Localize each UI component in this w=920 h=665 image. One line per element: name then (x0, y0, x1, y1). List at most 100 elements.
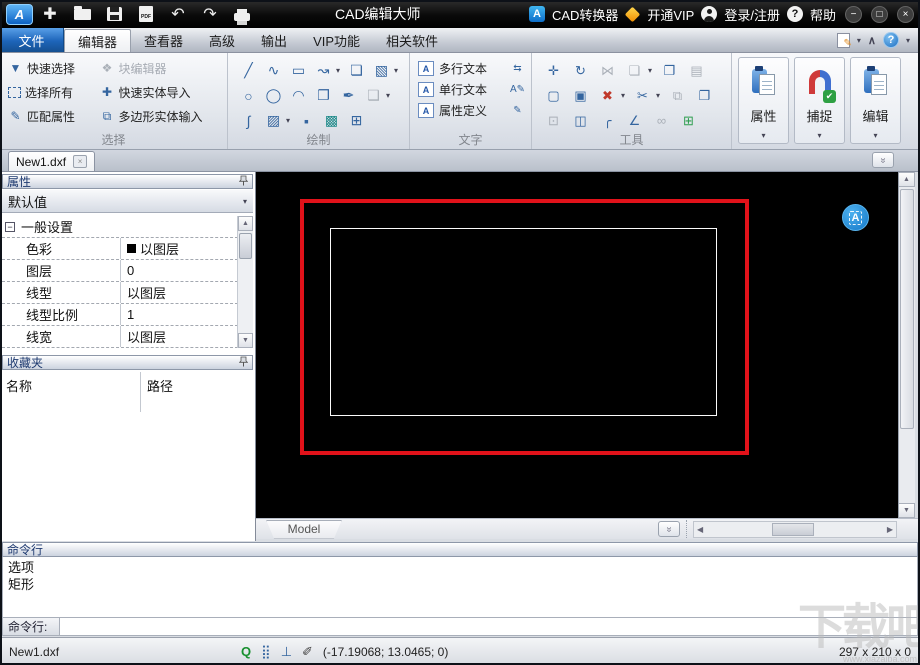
scroll-down-icon[interactable]: ▼ (899, 503, 915, 518)
rectangle-icon[interactable]: ▭ (286, 59, 311, 82)
select-all-button[interactable]: 选择所有 (8, 84, 94, 101)
fillet-icon[interactable]: ╭ (594, 109, 621, 132)
help-circle-icon[interactable]: ? (882, 32, 899, 48)
point-icon[interactable]: ▪ (294, 109, 319, 132)
arc-icon[interactable]: ◠ (286, 84, 311, 107)
vip-diamond-icon[interactable] (625, 6, 641, 22)
erase-caret-icon[interactable]: ▾ (621, 91, 629, 100)
trim-caret-icon[interactable]: ▾ (656, 91, 664, 100)
scroll-up-icon[interactable]: ▲ (899, 172, 915, 187)
user-icon[interactable] (701, 6, 718, 22)
login-link[interactable]: 登录/注册 (724, 5, 780, 24)
pedit-icon[interactable]: ▢ (540, 84, 567, 107)
open-file-button[interactable] (67, 2, 97, 26)
quick-entity-import-button[interactable]: ✚ 快速实体导入 (100, 84, 222, 101)
offset-icon[interactable]: ❏ (621, 59, 648, 82)
property-group-row[interactable]: − 一般设置 (2, 216, 238, 238)
ortho-toggle-icon[interactable]: ⊥ (281, 644, 292, 660)
tab-overflow-button[interactable]: » (872, 152, 894, 168)
hatch-caret-icon[interactable]: ▾ (286, 116, 294, 125)
scroll-thumb[interactable] (239, 233, 252, 259)
table-row[interactable]: 线型比例 1 (2, 304, 238, 326)
table-row[interactable]: 线宽 以图层 (2, 326, 238, 348)
circle-icon[interactable]: ○ (236, 84, 261, 107)
minimize-button[interactable]: − (845, 5, 862, 23)
tab-advanced[interactable]: 高级 (196, 28, 248, 52)
style-dropdown-caret-icon[interactable]: ▾ (857, 36, 861, 45)
stext-button[interactable]: A 单行文本 A✎ (418, 81, 525, 98)
block-editor-button[interactable]: ❖ 块编辑器 (100, 60, 222, 77)
table-row[interactable]: 图层 0 (2, 260, 238, 282)
table-row[interactable]: 线型 以图层 (2, 282, 238, 304)
maximize-button[interactable]: □ (871, 5, 888, 23)
close-button[interactable]: × (897, 5, 914, 23)
tab-viewer[interactable]: 查看器 (131, 28, 196, 52)
group-icon[interactable]: ⧉ (664, 84, 691, 107)
properties-caret-icon[interactable]: ▾ (761, 131, 765, 140)
pin-icon[interactable] (238, 356, 249, 370)
favorites-col-name[interactable]: 名称 (2, 372, 140, 396)
tab-editor[interactable]: 编辑器 (64, 29, 132, 52)
preset-dropdown[interactable]: 默认值 ▾ (2, 190, 253, 213)
layout-expand-button[interactable]: » (658, 521, 680, 537)
vip-link[interactable]: 开通VIP (647, 5, 694, 24)
tab-output[interactable]: 输出 (248, 28, 300, 52)
scroll-down-icon[interactable]: ▼ (238, 333, 253, 348)
pen-icon[interactable]: ✒ (336, 84, 361, 107)
favorites-panel-header[interactable]: 收藏夹 (2, 355, 253, 370)
translate-floating-button[interactable]: A (842, 204, 869, 231)
drawing-canvas[interactable]: A (256, 172, 898, 518)
canvas-horizontal-scrollbar[interactable]: ◀ ▶ (693, 521, 897, 538)
spline-icon[interactable]: ∫ (236, 109, 261, 132)
offset-caret-icon[interactable]: ▾ (648, 66, 656, 75)
style-editor-icon[interactable]: ✎ (836, 32, 852, 49)
osnap-toggle-icon[interactable]: Q (241, 644, 251, 659)
scroll-thumb[interactable] (772, 523, 814, 536)
move-icon[interactable]: ✛ (540, 59, 567, 82)
pedit-multi-icon[interactable]: ▣ (567, 84, 594, 107)
grid-toggle-icon[interactable]: ⣿ (261, 644, 271, 660)
polygon-entity-input-button[interactable]: ⧉ 多边形实体输入 (100, 108, 222, 125)
scale-icon[interactable]: ⊡ (540, 109, 567, 132)
lineweight-toggle-icon[interactable]: ✐ (302, 644, 313, 660)
trim-icon[interactable]: ✂ (629, 84, 656, 107)
table-row[interactable]: 色彩 以图层 (2, 238, 238, 260)
snap-caret-icon[interactable]: ▾ (817, 131, 821, 140)
boundary-icon[interactable]: ▧ (369, 59, 394, 82)
help-dropdown-caret-icon[interactable]: ▾ (906, 36, 910, 45)
layer-add-icon[interactable]: ⊞ (675, 109, 702, 132)
tab-file[interactable]: 文件 (0, 28, 64, 52)
explode-icon[interactable]: ∞ (648, 109, 675, 132)
boundary-caret-icon[interactable]: ▾ (394, 66, 402, 75)
edit-text-icon[interactable]: A✎ (510, 82, 525, 97)
app-logo-icon[interactable]: A (6, 3, 33, 25)
collapse-minus-icon[interactable]: − (5, 221, 15, 232)
document-tab[interactable]: New1.dxf × (8, 151, 96, 171)
help-icon[interactable]: ? (786, 6, 803, 22)
insert-block-icon[interactable]: ❏ (344, 59, 369, 82)
polyline-caret-icon[interactable]: ▾ (336, 66, 344, 75)
region-caret-icon[interactable]: ▾ (386, 91, 394, 100)
redo-button[interactable]: ↷ (195, 2, 225, 26)
scroll-right-icon[interactable]: ▶ (887, 525, 893, 534)
match-properties-button[interactable]: ✎ 匹配属性 (8, 108, 94, 125)
stretch-icon[interactable]: ◫ (567, 109, 594, 132)
edit-caret-icon[interactable]: ▾ (873, 131, 877, 140)
export-pdf-button[interactable]: PDF (131, 2, 161, 26)
properties-big-button[interactable]: 属性 ▾ (738, 57, 789, 144)
paste-clock-icon[interactable]: ❐ (691, 84, 718, 107)
tab-related-software[interactable]: 相关软件 (373, 28, 451, 52)
model-tab[interactable]: Model (266, 520, 342, 539)
print-button[interactable] (227, 2, 257, 26)
tab-vip-features[interactable]: VIP功能 (300, 28, 373, 52)
array-icon[interactable]: ▤ (683, 59, 710, 82)
cad-converter-icon[interactable]: A (528, 6, 545, 22)
properties-panel-header[interactable]: 属性 (2, 174, 253, 189)
snap-big-button[interactable]: ✔ 捕捉 ▾ (794, 57, 845, 144)
scroll-left-icon[interactable]: ◀ (697, 525, 703, 534)
erase-icon[interactable]: ✖ (594, 84, 621, 107)
attribute-define-button[interactable]: A 属性定义 ✎ (418, 102, 525, 119)
edit-big-button[interactable]: 编辑 ▾ (850, 57, 901, 144)
chamfer-icon[interactable]: ∠ (621, 109, 648, 132)
edit-attribute-icon[interactable]: ✎ (510, 103, 525, 118)
